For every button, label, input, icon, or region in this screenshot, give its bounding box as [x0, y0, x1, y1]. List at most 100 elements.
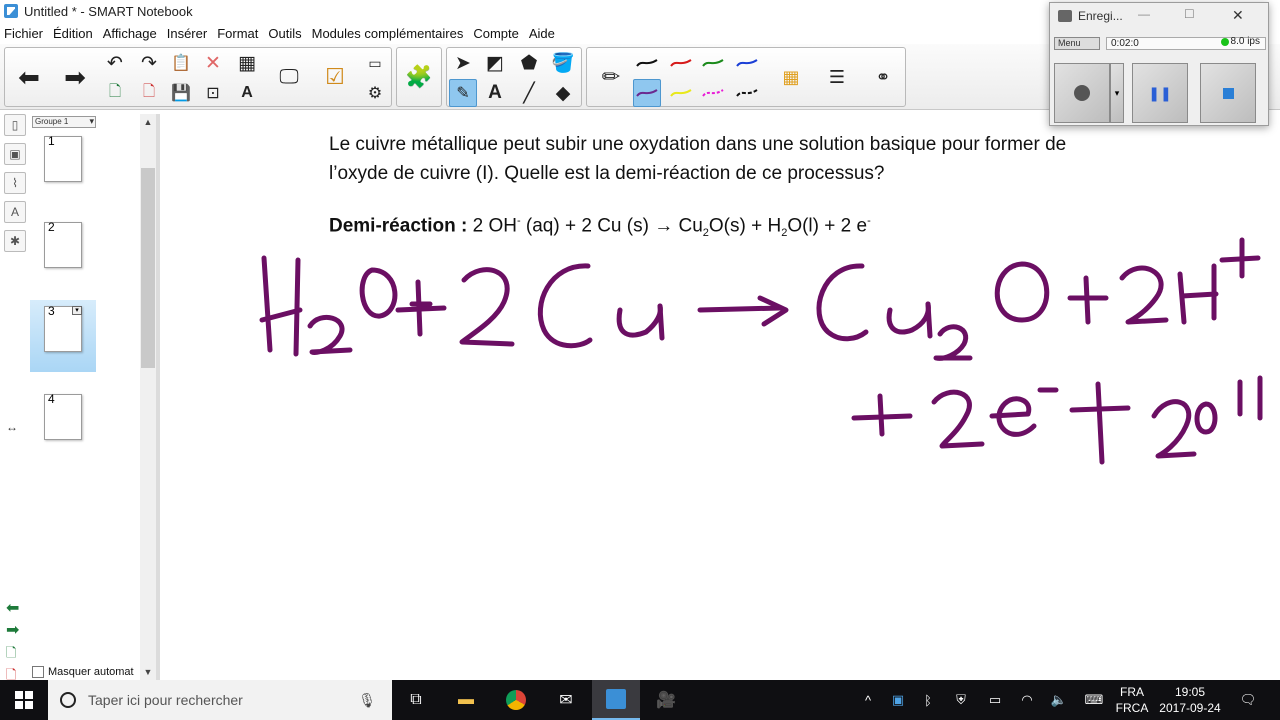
- color-palette-button[interactable]: ▦: [773, 49, 809, 105]
- minimize-icon[interactable]: —: [1138, 7, 1150, 21]
- document-camera-button[interactable]: 🖵: [271, 49, 307, 105]
- select-tool-button[interactable]: ➤: [449, 49, 477, 77]
- tray-app-icon[interactable]: ▣: [888, 680, 908, 720]
- mail-button[interactable]: ✉: [542, 680, 590, 720]
- pen-purple-swatch[interactable]: [633, 79, 661, 107]
- properties-tab[interactable]: A: [4, 201, 26, 223]
- stop-button[interactable]: [1200, 63, 1256, 123]
- lesson-activity-button[interactable]: 🧩: [401, 49, 437, 105]
- table-button[interactable]: ▦: [233, 49, 261, 77]
- clock[interactable]: 19:05 2017-09-24: [1152, 684, 1228, 716]
- page-thumbnail-3[interactable]: 3 ▾: [30, 300, 96, 372]
- spell-check-button[interactable]: A: [233, 79, 261, 107]
- add-page-button[interactable]: 🗋: [101, 79, 129, 107]
- menu-outils[interactable]: Outils: [268, 26, 301, 41]
- pen-red-swatch[interactable]: [667, 49, 695, 77]
- save-button[interactable]: 💾: [167, 79, 195, 107]
- recorder-status-bar: Menu 0:02:0 8.0 ips: [1054, 35, 1266, 51]
- pen-pink-swatch[interactable]: [699, 79, 727, 107]
- record-button[interactable]: [1054, 63, 1110, 123]
- start-button[interactable]: [0, 680, 48, 720]
- attachments-tab[interactable]: ⌇: [4, 172, 26, 194]
- sorter-back-icon[interactable]: ⬅: [6, 598, 19, 620]
- recorder-menu-button[interactable]: Menu: [1054, 37, 1100, 50]
- line-style-button[interactable]: ☰: [819, 49, 855, 105]
- action-center-button[interactable]: 🗨: [1236, 680, 1260, 720]
- taskbar-search-box[interactable]: Taper ici pour rechercher 🎙: [48, 680, 392, 720]
- screen-shade-button[interactable]: ⊡: [199, 79, 227, 107]
- line-tool-button[interactable]: ╱: [515, 79, 543, 107]
- pen-green-swatch[interactable]: [699, 49, 727, 77]
- menu-compte[interactable]: Compte: [473, 26, 519, 41]
- menu-modules[interactable]: Modules complémentaires: [312, 26, 464, 41]
- wifi-icon[interactable]: ◠: [1016, 680, 1038, 720]
- video-button[interactable]: ▭: [361, 49, 389, 77]
- bluetooth-icon[interactable]: ᛒ: [918, 680, 938, 720]
- sorter-forward-icon[interactable]: ➡: [6, 620, 19, 642]
- record-options-dropdown[interactable]: ▾: [1110, 63, 1124, 123]
- page-thumbnail-1[interactable]: 1: [30, 130, 96, 202]
- delete-page-button[interactable]: 🗋: [135, 79, 163, 107]
- notebook-page-canvas[interactable]: Le cuivre métallique peut subir une oxyd…: [160, 114, 1280, 680]
- show-hidden-icons-button[interactable]: ^: [858, 680, 878, 720]
- menu-format[interactable]: Format: [217, 26, 258, 41]
- group-dropdown[interactable]: Groupe 1: [32, 116, 96, 128]
- next-page-button[interactable]: ➡: [57, 49, 93, 105]
- previous-page-button[interactable]: ⬅: [11, 49, 47, 105]
- page-sorter-tab[interactable]: ▯: [4, 114, 26, 136]
- keyboard-icon[interactable]: ⌨: [1080, 680, 1108, 720]
- menu-edition[interactable]: Édition: [53, 26, 93, 41]
- pause-button[interactable]: ❚❚: [1132, 63, 1188, 123]
- mail-icon: ✉: [559, 692, 573, 709]
- page-number: 4: [48, 392, 55, 406]
- pen-yellow-swatch[interactable]: [667, 79, 695, 107]
- chrome-button[interactable]: [492, 680, 540, 720]
- fill-tool-button[interactable]: 🪣: [549, 49, 577, 77]
- maximize-icon[interactable]: ☐: [1184, 7, 1195, 21]
- battery-icon[interactable]: ▭: [984, 680, 1006, 720]
- volume-icon[interactable]: 🔈: [1048, 680, 1070, 720]
- regular-polygon-button[interactable]: ⬟: [515, 49, 543, 77]
- sorter-resize-icon[interactable]: ↔: [6, 420, 18, 434]
- file-explorer-button[interactable]: ▬: [442, 680, 490, 720]
- pen-type-button[interactable]: ✏: [593, 49, 629, 105]
- gallery-tab[interactable]: ▣: [4, 143, 26, 165]
- undo-button[interactable]: ↶: [101, 49, 129, 77]
- transparency-button[interactable]: ⚭: [865, 49, 901, 105]
- sorter-add-page-icon[interactable]: 🗋: [6, 642, 19, 664]
- addons-button[interactable]: ⚙: [361, 79, 389, 107]
- scroll-down-icon[interactable]: ▼: [142, 666, 154, 678]
- sorter-scrollbar[interactable]: ▲ ▼: [140, 114, 156, 680]
- page-menu-dropdown[interactable]: ▾: [72, 306, 82, 315]
- shield-icon[interactable]: ⛨: [950, 680, 972, 720]
- page-thumbnail-2[interactable]: 2: [30, 216, 96, 288]
- shapes-tool-button[interactable]: ◩: [481, 49, 509, 77]
- input-language-indicator[interactable]: FRA FRCA: [1112, 684, 1152, 716]
- paste-button[interactable]: 📋: [167, 49, 195, 77]
- pen-black-dashed-swatch[interactable]: [733, 79, 761, 107]
- menu-fichier[interactable]: Fichier: [4, 26, 43, 41]
- microphone-icon[interactable]: 🎙: [358, 692, 376, 709]
- scroll-up-icon[interactable]: ▲: [142, 116, 154, 128]
- page-thumbnail-4[interactable]: 4: [30, 388, 96, 460]
- menu-aide[interactable]: Aide: [529, 26, 555, 41]
- recorder-taskbar-button[interactable]: 🎥: [642, 680, 690, 720]
- auto-hide-option[interactable]: Masquer automat: [32, 666, 134, 678]
- menu-inserer[interactable]: Insérer: [167, 26, 207, 41]
- pen-black-swatch[interactable]: [633, 49, 661, 77]
- auto-hide-checkbox[interactable]: [32, 666, 44, 678]
- chrome-icon: [506, 690, 526, 710]
- eraser-tool-button[interactable]: ◆: [549, 79, 577, 107]
- redo-button[interactable]: ↷: [135, 49, 163, 77]
- menu-affichage[interactable]: Affichage: [103, 26, 157, 41]
- task-view-button[interactable]: ⧉: [392, 680, 440, 720]
- delete-button[interactable]: ✕: [199, 49, 227, 77]
- close-icon[interactable]: ✕: [1232, 7, 1244, 24]
- scroll-thumb[interactable]: [141, 168, 155, 368]
- pen-blue-swatch[interactable]: [733, 49, 761, 77]
- text-tool-button[interactable]: A: [481, 79, 509, 107]
- smart-notebook-taskbar-button[interactable]: [592, 680, 640, 720]
- addons-tab[interactable]: ✱: [4, 230, 26, 252]
- pen-tool-button[interactable]: ✎: [449, 79, 477, 107]
- response-button[interactable]: ☑: [317, 49, 353, 105]
